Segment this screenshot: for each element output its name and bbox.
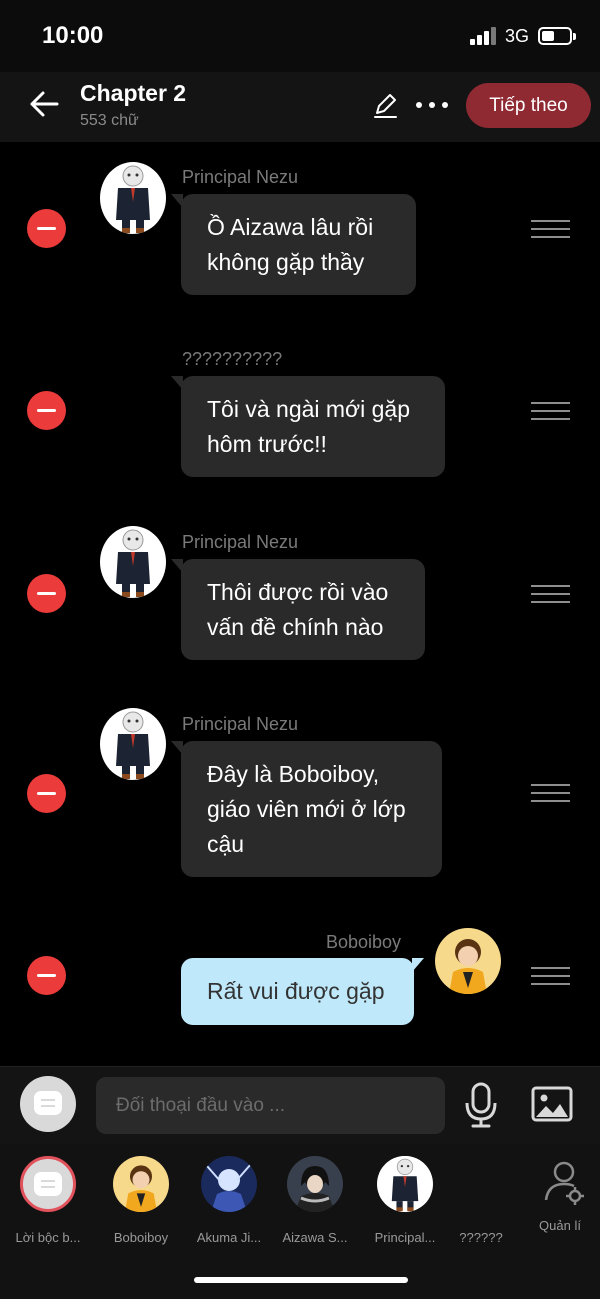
- speaker-name: Principal Nezu: [182, 167, 299, 187]
- avatar: [113, 1156, 169, 1212]
- message-bubble[interactable]: Đây là Boboiboy, giáo viên mới ở lớp cậu: [171, 741, 442, 877]
- microphone-icon[interactable]: [462, 1081, 500, 1129]
- user-settings-icon: [544, 1161, 584, 1205]
- message-bubble[interactable]: Tôi và ngài mới gặp hôm trước!!: [171, 376, 445, 477]
- speaker-name: Principal Nezu: [182, 714, 299, 734]
- drag-handle-icon[interactable]: [531, 402, 570, 422]
- avatar[interactable]: [100, 708, 166, 780]
- message-icon: [34, 1091, 62, 1115]
- image-icon[interactable]: [531, 1086, 573, 1122]
- avatar: [287, 1156, 343, 1212]
- message-bubble[interactable]: Ồ Aizawa lâu rồi không gặp thầy: [171, 194, 416, 295]
- next-button[interactable]: Tiếp theo: [466, 83, 591, 128]
- speaker-name: ??????????: [182, 349, 283, 369]
- remove-message-button[interactable]: [27, 574, 66, 613]
- character-label: Aizawa S...: [282, 1230, 348, 1245]
- character-label: ??????: [459, 1230, 503, 1245]
- speaker-name: Principal Nezu: [182, 532, 299, 552]
- message-line: Tôi và ngài mới gặp: [207, 396, 411, 422]
- drag-handle-icon[interactable]: [531, 967, 570, 987]
- avatar[interactable]: [100, 162, 166, 234]
- remove-message-button[interactable]: [27, 956, 66, 995]
- drag-handle-icon[interactable]: [531, 220, 570, 240]
- character-label: Akuma Ji...: [196, 1230, 262, 1245]
- top-header: Chapter 2 553 chữ Tiếp theo: [0, 72, 600, 142]
- narrator-avatar: [20, 1156, 76, 1212]
- input-bar: [0, 1066, 600, 1144]
- edit-pencil-icon[interactable]: [372, 92, 398, 120]
- message-line: Ồ Aizawa lâu rồi: [207, 214, 374, 240]
- word-count: 553 chữ: [80, 112, 139, 129]
- status-bar: 10:00 3G: [0, 0, 600, 72]
- message-line: cậu: [207, 831, 245, 857]
- dialogue-type-button[interactable]: [20, 1076, 76, 1132]
- dialogue-input[interactable]: [96, 1077, 445, 1134]
- avatar: [377, 1156, 433, 1212]
- avatar: [201, 1156, 257, 1212]
- drag-handle-icon[interactable]: [531, 585, 570, 605]
- message-line: Thôi được rồi vào: [207, 579, 389, 605]
- manage-label: Quản lí: [539, 1218, 581, 1233]
- character-label: Lời bộc b...: [15, 1230, 81, 1245]
- remove-message-button[interactable]: [27, 391, 66, 430]
- character-label: Boboiboy: [113, 1230, 169, 1245]
- back-arrow-icon[interactable]: [28, 86, 60, 122]
- message-icon: [34, 1172, 62, 1196]
- message-line: không gặp thầy: [207, 249, 365, 275]
- speaker-name: Boboiboy: [326, 932, 402, 952]
- message-line: vấn đề chính nào: [207, 614, 384, 640]
- message-line: giáo viên mới ở lớp: [207, 796, 406, 822]
- manage-button[interactable]: Quản lí: [530, 1158, 590, 1233]
- drag-handle-icon[interactable]: [531, 784, 570, 804]
- remove-message-button[interactable]: [27, 774, 66, 813]
- remove-message-button[interactable]: [27, 209, 66, 248]
- message-line: Đây là Boboiboy,: [207, 761, 380, 787]
- character-bar: Lời bộc b... Boboiboy Akuma Ji... Aizawa…: [0, 1144, 600, 1299]
- message-line: Rất vui được gặp: [207, 978, 385, 1004]
- message-bubble[interactable]: Rất vui được gặp: [181, 958, 424, 1025]
- network-type: 3G: [505, 26, 530, 46]
- battery-icon: [538, 27, 576, 45]
- signal-icon: [470, 27, 496, 45]
- chapter-title: Chapter 2: [80, 80, 187, 106]
- chat-area: Principal Nezu Ồ Aizawa lâu rồi không gặ…: [0, 142, 600, 1066]
- avatar[interactable]: [435, 928, 501, 994]
- home-indicator: [194, 1277, 408, 1283]
- message-line: hôm trước!!: [207, 431, 327, 457]
- avatar[interactable]: [100, 526, 166, 598]
- message-bubble[interactable]: Thôi được rồi vào vấn đề chính nào: [171, 559, 425, 660]
- more-dots-icon[interactable]: [416, 100, 450, 110]
- status-time: 10:00: [42, 22, 104, 49]
